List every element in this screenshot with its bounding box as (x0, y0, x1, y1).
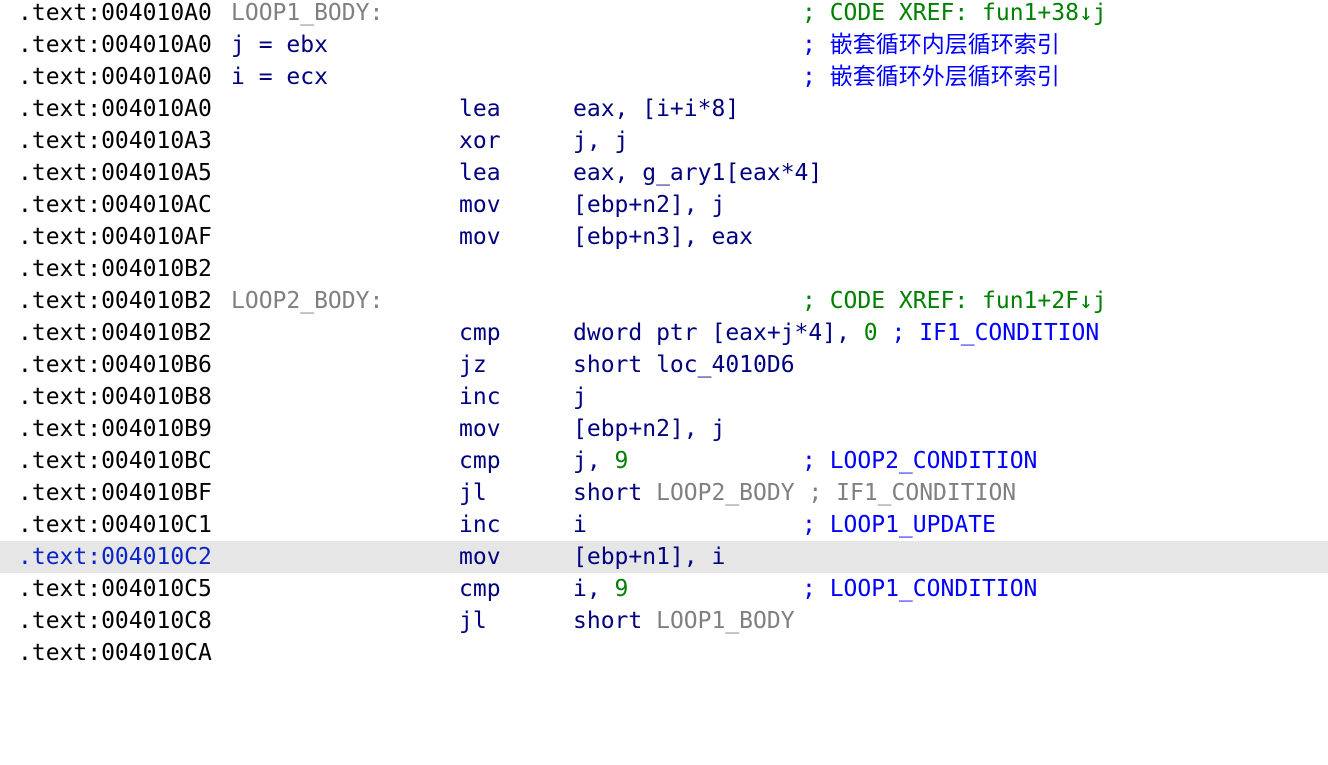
line-address: .text:004010B8 (18, 384, 212, 410)
line-address: .text:004010B2 (18, 320, 212, 346)
operand-text: i, (573, 576, 615, 602)
line-comment: ; LOOP1_CONDITION (802, 576, 1038, 602)
instruction-operands[interactable]: i, 9 (573, 573, 628, 605)
line-address: .text:004010C5 (18, 576, 212, 602)
line-address: .text:004010A5 (18, 160, 212, 186)
listing-line[interactable]: .text:004010AF mov [ebp+n3], eax (0, 221, 1328, 253)
line-address: .text:004010C8 (18, 608, 212, 634)
line-address: .text:004010BF (18, 480, 212, 506)
instruction-operands[interactable]: short loc_4010D6 (573, 349, 795, 381)
listing-line[interactable]: .text:004010A0 lea eax, [i+i*8] (0, 93, 1328, 125)
instruction-mnemonic[interactable]: jz (459, 349, 487, 381)
instruction-operands[interactable]: short LOOP1_BODY (573, 605, 795, 637)
line-address: .text:004010B2 (18, 256, 212, 282)
listing-line[interactable]: .text:004010CA (0, 637, 1328, 669)
line-address: .text:004010B9 (18, 416, 212, 442)
line-address: .text:004010B6 (18, 352, 212, 378)
instruction-operands[interactable]: [ebp+n2], j (573, 413, 725, 445)
listing-line[interactable]: .text:004010A0 i = ecx ; 嵌套循环外层循环索引 (0, 61, 1328, 93)
instruction-operands[interactable]: j (573, 381, 587, 413)
operand-text: short (573, 608, 657, 634)
instruction-operands[interactable]: [ebp+n3], eax (573, 221, 753, 253)
instruction-operands[interactable]: [ebp+n2], j (573, 189, 725, 221)
line-address: .text:004010C2 (18, 544, 212, 570)
listing-line[interactable]: .text:004010AC mov [ebp+n2], j (0, 189, 1328, 221)
operand-text: short (573, 480, 657, 506)
line-address: .text:004010AF (18, 224, 212, 250)
listing-line[interactable]: .text:004010BC cmp j, 9 ; LOOP2_CONDITIO… (0, 445, 1328, 477)
listing-line[interactable]: .text:004010B8 inc j (0, 381, 1328, 413)
line-address: .text:004010BC (18, 448, 212, 474)
line-address: .text:004010B2 (18, 288, 212, 314)
instruction-operands[interactable]: dword ptr [eax+j*4], 0 ; IF1_CONDITION (573, 317, 1099, 349)
listing-line[interactable]: .text:004010A3 xor j, j (0, 125, 1328, 157)
listing-line[interactable]: .text:004010A5 lea eax, g_ary1[eax*4] (0, 157, 1328, 189)
line-comment: ; LOOP2_CONDITION (802, 448, 1038, 474)
instruction-operands[interactable]: j, j (573, 125, 628, 157)
instruction-mnemonic[interactable]: lea (459, 93, 501, 125)
instruction-mnemonic[interactable]: xor (459, 125, 501, 157)
line-address: .text:004010A0 (18, 96, 212, 122)
listing-line[interactable]: .text:004010C1 inc i ; LOOP1_UPDATE (0, 509, 1328, 541)
instruction-mnemonic[interactable]: mov (459, 221, 501, 253)
line-address: .text:004010A0 (18, 0, 212, 26)
register-variable-def[interactable]: j = ebx (231, 29, 328, 61)
listing-line[interactable]: .text:004010A0 j = ebx ; 嵌套循环内层循环索引 (0, 29, 1328, 61)
instruction-operands[interactable]: i (573, 509, 587, 541)
operand-text: j, (573, 448, 615, 474)
register-variable-def[interactable]: i = ecx (231, 61, 328, 93)
code-label[interactable]: LOOP2_BODY: (231, 285, 383, 317)
operand-text: dword ptr [eax+j*4], (573, 320, 864, 346)
instruction-mnemonic[interactable]: lea (459, 157, 501, 189)
instruction-operands[interactable]: [ebp+n1], i (573, 541, 725, 573)
listing-line[interactable]: .text:004010B2 LOOP2_BODY: ; CODE XREF: … (0, 285, 1328, 317)
instruction-operands[interactable]: short LOOP2_BODY ; IF1_CONDITION (573, 477, 1016, 509)
operand-immediate: 0 (863, 320, 878, 346)
line-address: .text:004010A0 (18, 64, 212, 90)
instruction-mnemonic[interactable]: cmp (459, 317, 501, 349)
code-xref-comment[interactable]: ; CODE XREF: fun1+38↓j (802, 0, 1107, 29)
disassembly-listing[interactable]: .text:004010A0 LOOP1_BODY: ; CODE XREF: … (0, 0, 1328, 669)
inline-comment: ; IF1_CONDITION (877, 320, 1100, 346)
repeatable-comment: ; IF1_CONDITION (794, 480, 1017, 506)
listing-line[interactable]: .text:004010C8 jl short LOOP1_BODY (0, 605, 1328, 637)
line-address: .text:004010AC (18, 192, 212, 218)
code-xref-comment[interactable]: ; CODE XREF: fun1+2F↓j (802, 285, 1107, 317)
line-address: .text:004010CA (18, 640, 212, 666)
operand-immediate: 9 (614, 576, 629, 602)
line-comment: ; LOOP1_UPDATE (802, 512, 996, 538)
instruction-mnemonic[interactable]: jl (459, 477, 487, 509)
instruction-operands[interactable]: eax, [i+i*8] (573, 93, 739, 125)
instruction-mnemonic[interactable]: inc (459, 381, 501, 413)
listing-line[interactable]: .text:004010B6 jz short loc_4010D6 (0, 349, 1328, 381)
listing-line-selected[interactable]: .text:004010C2 mov [ebp+n1], i (0, 541, 1328, 573)
listing-line[interactable]: .text:004010C5 cmp i, 9 ; LOOP1_CONDITIO… (0, 573, 1328, 605)
instruction-mnemonic[interactable]: cmp (459, 445, 501, 477)
instruction-operands[interactable]: j, 9 (573, 445, 628, 477)
jump-target-label[interactable]: LOOP2_BODY (656, 480, 794, 506)
code-label[interactable]: LOOP1_BODY: (231, 0, 383, 29)
line-comment: ; 嵌套循环内层循环索引 (802, 32, 1060, 58)
instruction-mnemonic[interactable]: mov (459, 413, 501, 445)
jump-target-label[interactable]: LOOP1_BODY (656, 608, 794, 634)
operand-immediate: 9 (614, 448, 629, 474)
line-comment: ; 嵌套循环外层循环索引 (802, 64, 1060, 90)
instruction-mnemonic[interactable]: mov (459, 541, 501, 573)
line-address: .text:004010A0 (18, 32, 212, 58)
listing-line[interactable]: .text:004010BF jl short LOOP2_BODY ; IF1… (0, 477, 1328, 509)
instruction-operands[interactable]: eax, g_ary1[eax*4] (573, 157, 822, 189)
instruction-mnemonic[interactable]: mov (459, 189, 501, 221)
instruction-mnemonic[interactable]: jl (459, 605, 487, 637)
listing-line[interactable]: .text:004010B2 cmp dword ptr [eax+j*4], … (0, 317, 1328, 349)
line-address: .text:004010C1 (18, 512, 212, 538)
line-address: .text:004010A3 (18, 128, 212, 154)
listing-line[interactable]: .text:004010A0 LOOP1_BODY: ; CODE XREF: … (0, 0, 1328, 29)
listing-line[interactable]: .text:004010B9 mov [ebp+n2], j (0, 413, 1328, 445)
instruction-mnemonic[interactable]: inc (459, 509, 501, 541)
listing-line[interactable]: .text:004010B2 (0, 253, 1328, 285)
instruction-mnemonic[interactable]: cmp (459, 573, 501, 605)
